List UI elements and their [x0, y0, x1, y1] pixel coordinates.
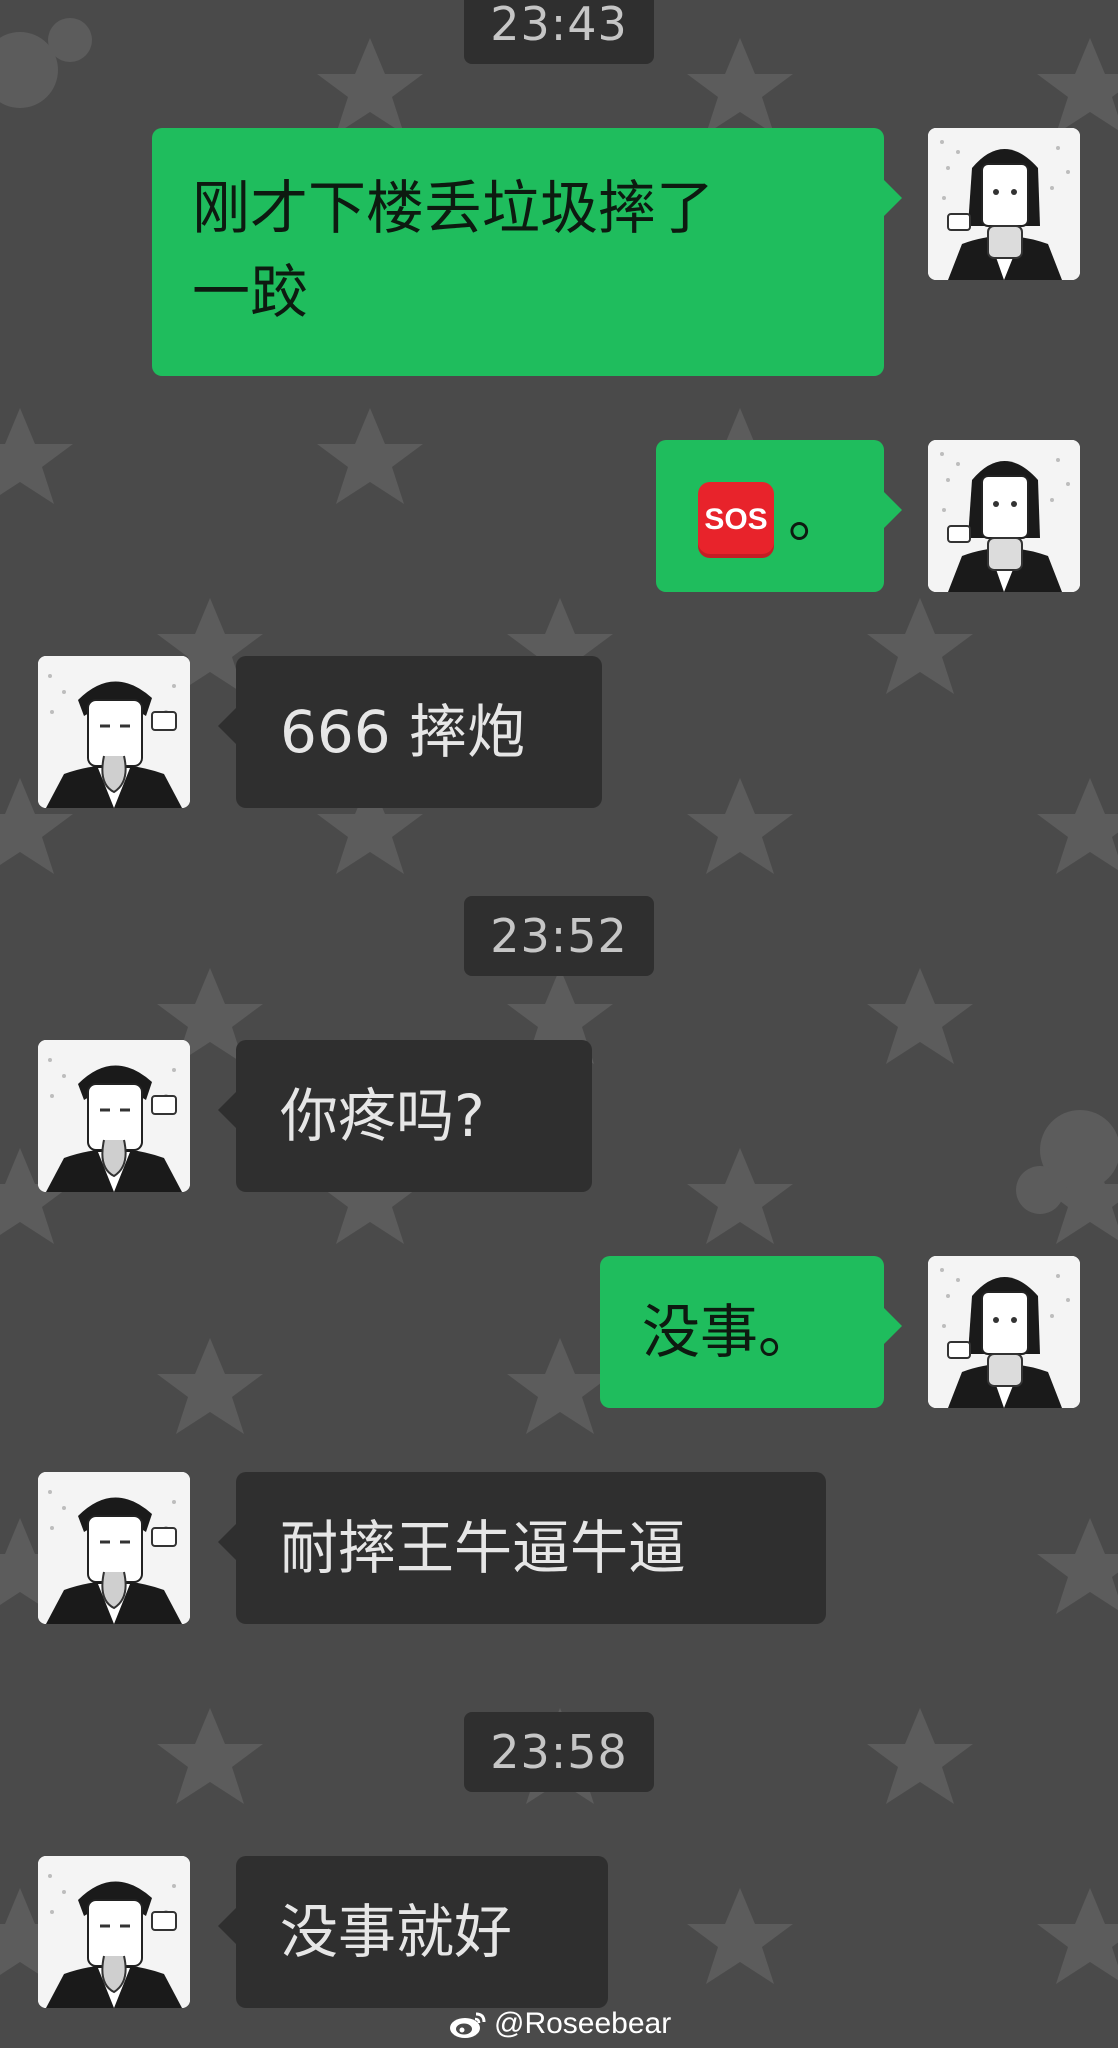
watermark: @Roseebear	[448, 2004, 671, 2044]
message-text: 没事就好	[280, 1898, 513, 1966]
self-avatar[interactable]	[928, 440, 1080, 592]
message-bubble-outgoing[interactable]: 没事。	[600, 1256, 902, 1408]
sos-emoji-icon: SOS	[698, 481, 774, 558]
timestamp: 23:43	[464, 0, 654, 64]
self-avatar[interactable]	[928, 1256, 1080, 1408]
message-text-line: 刚才下楼丢垃圾摔了	[192, 174, 715, 242]
message-bubble-incoming[interactable]: 你疼吗?	[218, 1040, 592, 1192]
timestamp: 23:52	[464, 896, 654, 976]
message-bubble-incoming[interactable]: 耐摔王牛逼牛逼	[218, 1472, 826, 1624]
timestamp: 23:58	[464, 1712, 654, 1792]
message-bubble-incoming[interactable]: 没事就好	[218, 1856, 608, 2008]
message-text: 耐摔王牛逼牛逼	[280, 1514, 687, 1582]
message-bubble-incoming[interactable]: 666 摔炮	[218, 656, 602, 808]
message-bubble-outgoing[interactable]: SOS。	[656, 440, 902, 592]
chat-screen: 23:43 刚才下楼丢垃圾摔了 一跤 SOS。 666 摔炮 23:52 你疼吗…	[0, 0, 1118, 2048]
self-avatar[interactable]	[928, 128, 1080, 280]
message-text: 没事。	[642, 1298, 817, 1366]
weibo-logo-icon	[450, 2012, 486, 2038]
message-bubble-outgoing[interactable]: 刚才下楼丢垃圾摔了 一跤	[152, 128, 902, 376]
contact-avatar[interactable]	[38, 1472, 190, 1624]
contact-avatar[interactable]	[38, 1040, 190, 1192]
message-text: 666 摔炮	[280, 698, 526, 766]
message-text: 。	[788, 482, 847, 550]
contact-avatar[interactable]	[38, 1856, 190, 2008]
message-text: 你疼吗?	[280, 1082, 485, 1150]
message-text-line: 一跤	[192, 258, 309, 326]
contact-avatar[interactable]	[38, 656, 190, 808]
watermark-text: @Roseebear	[494, 2007, 672, 2040]
